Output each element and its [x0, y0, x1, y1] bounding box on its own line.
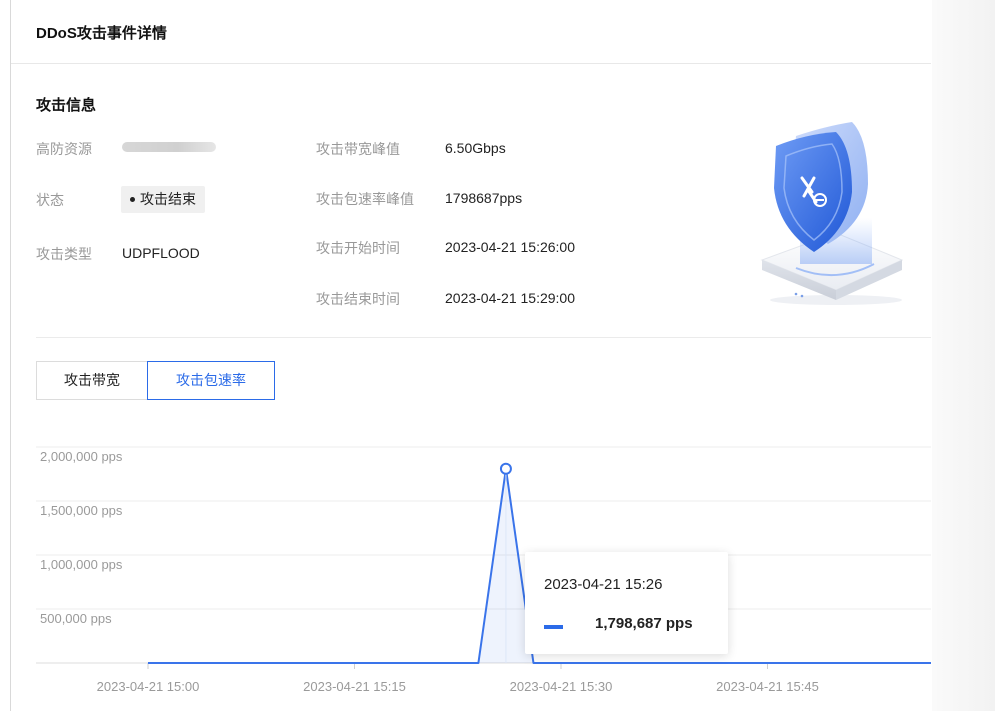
- right-panel-edge: [932, 0, 995, 711]
- x-tick-label: 2023-04-21 15:45: [716, 679, 819, 694]
- status-badge: 攻击结束: [121, 186, 205, 213]
- type-value: UDPFLOOD: [122, 245, 200, 261]
- tab-attack-bandwidth[interactable]: 攻击带宽: [36, 361, 148, 400]
- tooltip-value: 1,798,687 pps: [595, 615, 693, 632]
- start-time-label: 攻击开始时间: [316, 240, 400, 256]
- y-tick-label: 1,000,000 pps: [40, 557, 123, 572]
- y-tick-label: 1,500,000 pps: [40, 503, 123, 518]
- highlight-point: [499, 462, 512, 475]
- tab-attack-pps[interactable]: 攻击包速率: [147, 361, 275, 400]
- y-tick-label: 2,000,000 pps: [40, 449, 123, 464]
- x-tick-label: 2023-04-21 15:30: [510, 679, 613, 694]
- start-time-value: 2023-04-21 15:26:00: [445, 239, 575, 255]
- shield-illustration-icon: [760, 122, 904, 305]
- status-value: 攻击结束: [140, 191, 196, 207]
- bandwidth-peak-value: 6.50Gbps: [445, 140, 506, 156]
- resource-label: 高防资源: [36, 141, 92, 157]
- status-label: 状态: [36, 192, 64, 208]
- resource-value-masked: [122, 142, 216, 152]
- title-divider: [11, 63, 931, 64]
- left-border: [10, 0, 11, 711]
- chart-tooltip: 2023-04-21 15:26 1,798,687 pps: [525, 552, 728, 654]
- info-divider: [36, 337, 931, 338]
- end-time-value: 2023-04-21 15:29:00: [445, 290, 575, 306]
- end-time-label: 攻击结束时间: [316, 291, 400, 307]
- x-tick-label: 2023-04-21 15:15: [303, 679, 406, 694]
- bandwidth-peak-label: 攻击带宽峰值: [316, 141, 400, 157]
- tooltip-time: 2023-04-21 15:26: [544, 576, 663, 593]
- type-label: 攻击类型: [36, 246, 92, 262]
- attack-pps-chart: 2,000,000 pps 1,500,000 pps 1,000,000 pps 5…: [36, 446, 931, 694]
- status-dot-icon: [130, 196, 135, 202]
- section-title: 攻击信息: [36, 97, 97, 114]
- tooltip-series-swatch: [544, 625, 563, 629]
- y-tick-label: 500,000 pps: [40, 611, 112, 626]
- pps-peak-value: 1798687pps: [445, 190, 523, 206]
- page-title: DDoS攻击事件详情: [36, 25, 167, 42]
- x-tick-label: 2023-04-21 15:00: [97, 679, 200, 694]
- pps-peak-label: 攻击包速率峰值: [316, 191, 414, 207]
